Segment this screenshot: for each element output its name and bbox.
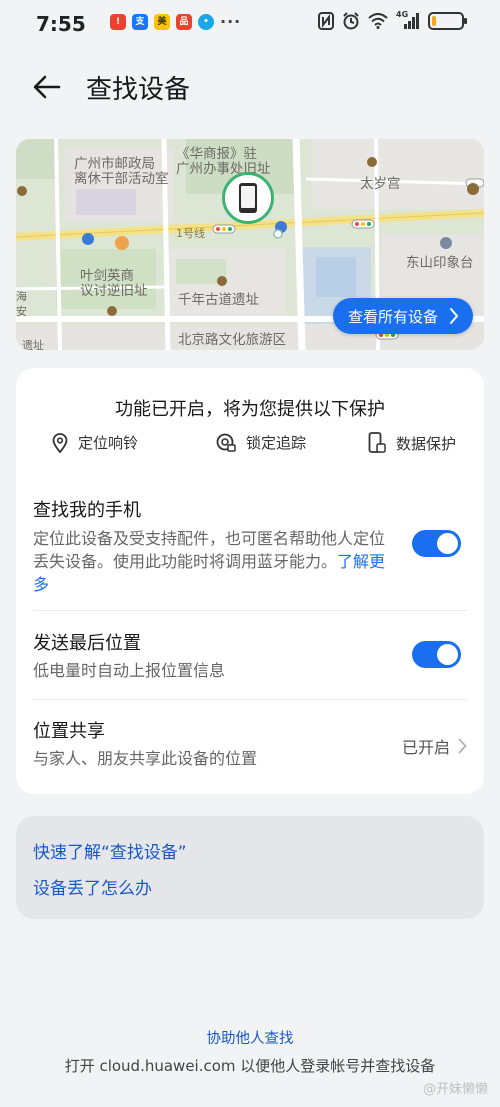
back-button[interactable] [28, 68, 66, 106]
signal-icon: 4G [396, 10, 420, 30]
feature-data-protection: 数据保护 [368, 432, 456, 454]
map-label-dongshan: 东山印象台 [406, 255, 474, 271]
map-label-edge-bottom: 遗址 [22, 339, 44, 350]
feature-lock-track: 锁定追踪 [216, 432, 306, 453]
help-others-find-label[interactable]: 协助他人查找 [207, 1031, 294, 1047]
toggle-knob [437, 644, 458, 665]
find-my-phone-toggle[interactable] [412, 530, 461, 557]
nfc-icon [318, 12, 334, 30]
find-my-phone-description: 定位此设备及受支持配件，也可匿名帮助他人定位丢失设备。使用此功能时将调用蓝牙能力… [33, 527, 389, 596]
send-last-location-toggle[interactable] [412, 641, 461, 668]
location-sharing-description: 与家人、朋友共享此设备的位置 [33, 749, 258, 768]
map-label-yide-text: 叶剑英商 议讨逆旧址 [80, 268, 148, 299]
wifi-icon [368, 13, 388, 29]
map-label-huashangbao-text: 《华商报》驻 广州办事处旧址 [176, 146, 271, 177]
device-location-pin[interactable] [222, 172, 274, 224]
watermark: @开妹懒懒 [422, 1082, 488, 1097]
more-notifications-icon: ··· [220, 12, 242, 31]
location-pin-icon [52, 432, 68, 453]
chevron-right-icon [450, 308, 459, 324]
arrow-left-icon [33, 75, 61, 99]
notification-icons: ! 支 美 品 • ··· [110, 14, 241, 30]
protection-features: 定位响铃 锁定追踪 数据保护 [52, 432, 464, 456]
alarm-icon [343, 12, 359, 30]
app-red-2-icon: 品 [176, 14, 192, 30]
alipay-icon: 支 [132, 14, 148, 30]
map-label-yide: 叶剑英商 议讨逆旧址 [80, 269, 148, 299]
system-icons: 4G [318, 10, 467, 30]
settings-card: 功能已开启，将为您提供以下保护 定位响铃 锁定追踪 数据保护 查找我的手机 定位… [16, 368, 484, 794]
location-sharing-title: 位置共享 [33, 721, 105, 742]
chat-bubble-icon: • [198, 14, 214, 30]
view-all-devices-label: 查看所有设备 [348, 307, 439, 326]
feature-locate-ring-label: 定位响铃 [78, 434, 139, 452]
send-last-location-title: 发送最后位置 [33, 633, 141, 654]
help-links-card: 快速了解“查找设备” 设备丢了怎么办 [16, 816, 484, 919]
map-label-edge-left-text: 海 安 [16, 290, 27, 318]
map-label-taisui: 太岁宫 [360, 176, 401, 192]
view-all-devices-button[interactable]: 查看所有设备 [333, 298, 473, 334]
map-label-beijinglu: 北京路文化旅游区 [178, 332, 286, 348]
divider [33, 610, 467, 611]
protection-headline: 功能已开启，将为您提供以下保护 [115, 399, 385, 420]
status-bar: 7:55 ! 支 美 品 • ··· 4G [0, 0, 500, 48]
device-lost-link[interactable]: 设备丢了怎么办 [33, 874, 152, 899]
page-title: 查找设备 [86, 75, 191, 105]
map-label-qiannian: 千年古道遗址 [178, 292, 259, 308]
feature-lock-track-label: 锁定追踪 [246, 434, 307, 452]
data-protect-icon [368, 432, 386, 453]
help-others-find-link: 协助他人查找 [0, 1027, 500, 1048]
location-sharing-status[interactable]: 已开启 [402, 734, 467, 758]
send-last-location-description: 低电量时自动上报位置信息 [33, 661, 226, 680]
find-my-phone-desc-text: 定位此设备及受支持配件，也可匿名帮助他人定位丢失设备。使用此功能时将调用蓝牙能力… [33, 529, 386, 571]
feature-data-protection-label: 数据保护 [396, 434, 457, 453]
toggle-knob [437, 533, 458, 554]
footer-description: 打开 cloud.huawei.com 以便他人登录帐号并查找设备 [64, 1057, 436, 1075]
app-red-icon: ! [110, 14, 126, 30]
meituan-icon: 美 [154, 14, 170, 30]
map-label-edge-left: 海 安 [16, 289, 27, 319]
map-label-line1: 1号线 [176, 227, 205, 240]
lock-track-icon [216, 433, 236, 452]
battery-level [432, 16, 436, 26]
quick-intro-link[interactable]: 快速了解“查找设备” [33, 838, 187, 863]
find-my-phone-title: 查找我的手机 [33, 500, 141, 521]
location-sharing-status-text: 已开启 [401, 738, 450, 757]
battery-icon [428, 12, 467, 30]
map-label-post-bureau: 广州市邮政局 离休干部活动室 [74, 157, 169, 187]
status-time: 7:55 [36, 12, 86, 36]
chevron-right-icon [458, 738, 467, 754]
feature-locate-ring: 定位响铃 [52, 432, 138, 453]
phone-icon [239, 183, 257, 213]
map-label-post-bureau-text: 广州市邮政局 离休干部活动室 [74, 156, 169, 187]
